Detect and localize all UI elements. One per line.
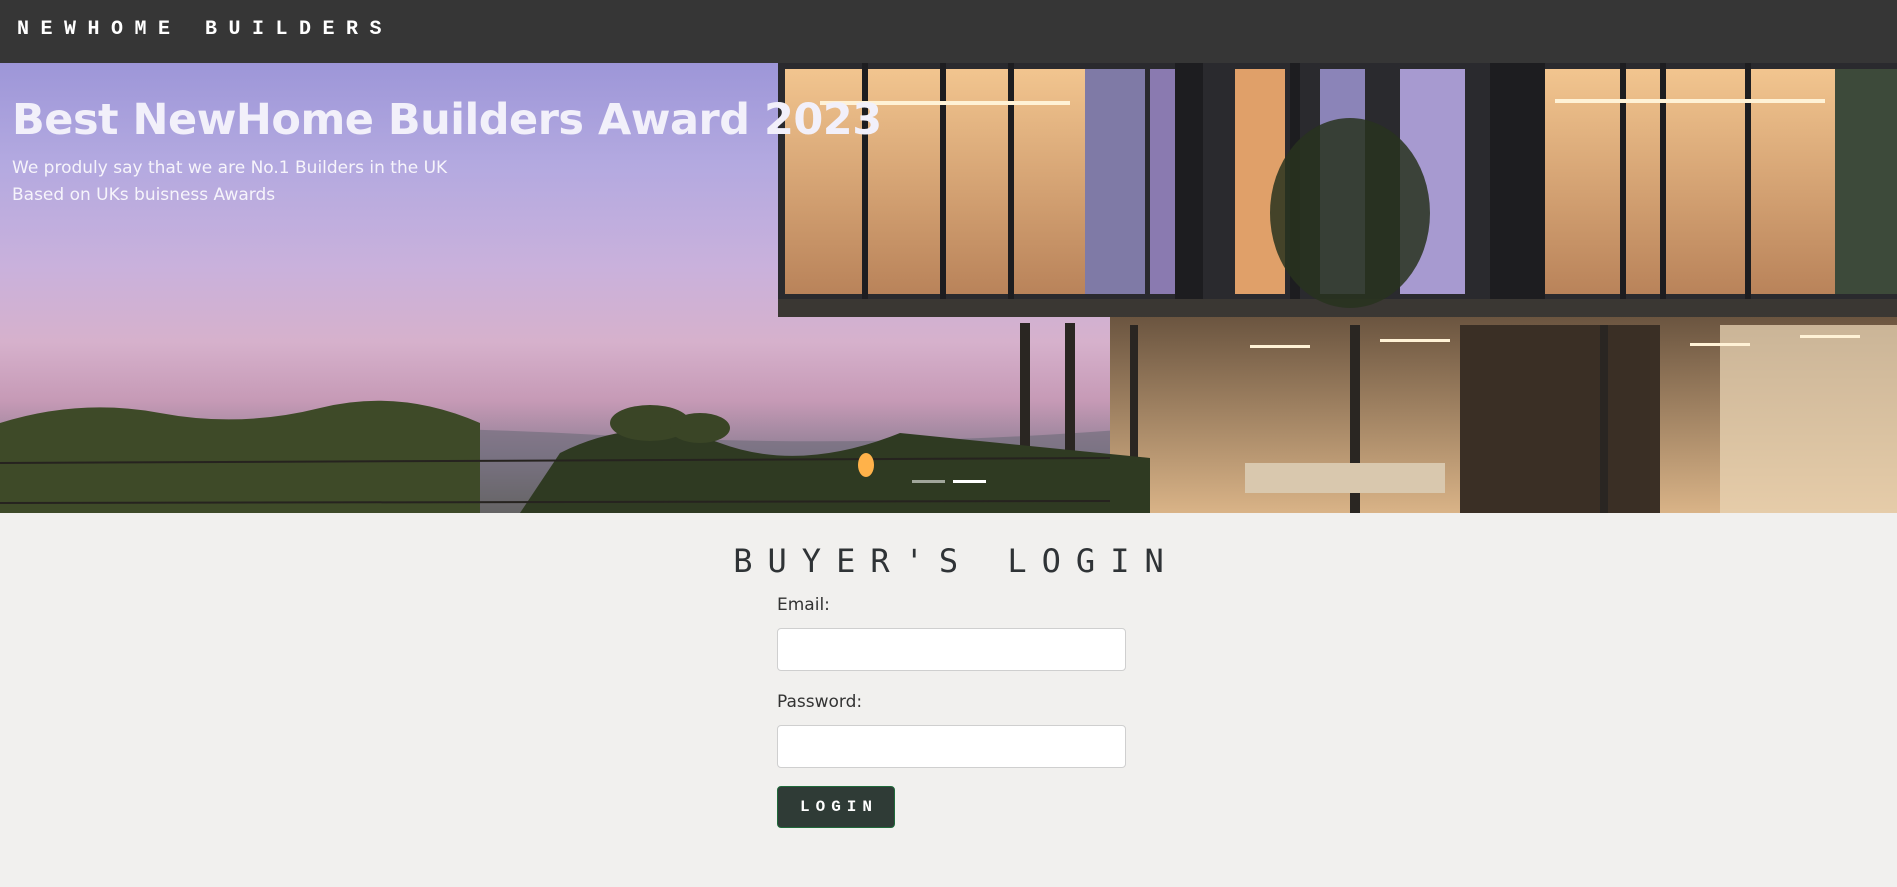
hero-title: Best NewHome Builders Award 2023 — [12, 95, 882, 145]
carousel-indicator-2[interactable] — [953, 480, 986, 483]
password-label: Password: — [777, 692, 863, 712]
email-field[interactable] — [777, 628, 1126, 671]
hero-subtitle-line-1: We produly say that we are No.1 Builders… — [12, 158, 448, 178]
carousel-indicator-1[interactable] — [912, 480, 945, 483]
navbar: NEWHOME BUILDERS — [0, 0, 1897, 63]
hero-subtitle: We produly say that we are No.1 Builders… — [12, 155, 447, 209]
password-field[interactable] — [777, 725, 1126, 768]
hero-subtitle-line-2: Based on UKs buisness Awards — [12, 185, 276, 205]
brand-logo-text[interactable]: NEWHOME BUILDERS — [17, 18, 393, 41]
hero-carousel: Best NewHome Builders Award 2023 We prod… — [0, 63, 1897, 513]
login-button[interactable]: LOGIN — [777, 786, 895, 828]
login-heading: BUYER'S LOGIN — [733, 542, 1179, 580]
email-label: Email: — [777, 595, 830, 615]
